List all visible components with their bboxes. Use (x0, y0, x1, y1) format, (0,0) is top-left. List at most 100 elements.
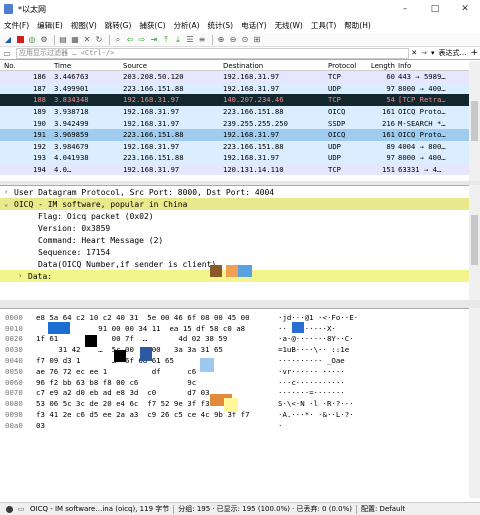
packet-row[interactable]: 186 3.446763 203.208.50.120 192.168.31.97 TC… (0, 71, 469, 83)
display-filter-input[interactable]: 应用显示过滤器 … <Ctrl-/> (16, 47, 410, 59)
stop-capture-icon[interactable] (15, 35, 25, 45)
go-to-packet-icon[interactable]: ⇥ (149, 35, 159, 45)
menu-analyze[interactable]: 分析(A) (170, 20, 204, 31)
hex-ascii[interactable]: S·\<·N ·l ·R·?··· (278, 399, 468, 408)
menu-help[interactable]: 帮助(H) (340, 20, 375, 31)
go-back-icon[interactable]: ⇦ (125, 35, 135, 45)
hex-offset[interactable]: 0000 (0, 313, 36, 322)
column-header-source[interactable]: Source (118, 62, 223, 70)
packet-row[interactable]: 194 4.0… 192.168.31.97 120.131.14.110 TCP 151… (0, 163, 469, 176)
menu-view[interactable]: 视图(V) (67, 20, 101, 31)
hex-bytes[interactable]: 31 42 … 5c 00 … 00 3a 3a 31 65 (36, 345, 278, 354)
packet-row[interactable]: 189 3.938718 192.168.31.97 223.166.151.88 OI… (0, 105, 469, 118)
zoom-reset-icon[interactable]: ⊙ (240, 35, 250, 45)
hex-bytes[interactable]: f3 41 2e c6 d5 ee 2a a3 c9 26 c5 ce 4c 9… (36, 410, 278, 419)
menu-tools[interactable]: 工具(T) (307, 20, 340, 31)
hex-bytes[interactable]: 96 f2 bb 63 b8 f8 00 c6 9c (36, 378, 278, 387)
filter-clear-icon[interactable]: ✕ (409, 49, 419, 57)
filter-apply-icon[interactable]: → (419, 49, 429, 57)
hex-offset[interactable]: 0030 (0, 345, 36, 354)
hex-bytes[interactable]: 1f 61 00 7f … 4d 02 38 59 (36, 334, 278, 343)
packet-row[interactable]: 193 4.041938 223.166.151.88 192.168.31.97 UD… (0, 152, 469, 164)
hex-bytes[interactable]: 03 (36, 421, 278, 430)
hex-ascii[interactable]: ·· ········X· (278, 324, 468, 333)
maximize-button[interactable]: □ (420, 0, 450, 18)
column-header-no[interactable]: No. (0, 62, 48, 70)
details-scrollbar[interactable] (469, 185, 480, 300)
scrollbar-thumb[interactable] (471, 215, 478, 265)
bytes-scrollbar[interactable] (469, 308, 480, 498)
save-file-icon[interactable]: ▦ (70, 35, 80, 45)
close-button[interactable]: ✕ (450, 0, 480, 18)
expression-button[interactable]: 表达式… (436, 48, 468, 58)
expert-info-icon[interactable] (6, 505, 13, 513)
hex-offset[interactable]: 0040 (0, 356, 36, 365)
filter-dropdown-icon[interactable]: ▾ (429, 49, 437, 57)
packet-row[interactable]: 190 3.942499 192.168.31.97 239.255.255.250 S… (0, 117, 469, 129)
hex-bytes[interactable]: ae 76 72 ec ee 1 df c6 (36, 367, 278, 376)
hex-ascii[interactable]: =1uB····\·· ::1e (278, 345, 468, 354)
zoom-in-icon[interactable]: ⊕ (216, 35, 226, 45)
hex-offset[interactable]: 00a0 (0, 421, 36, 430)
hex-bytes[interactable]: e8 5a 64 c2 10 c2 40 31 5e 00 46 6f 08 0… (36, 313, 278, 322)
hex-ascii[interactable]: · (278, 421, 468, 430)
hex-ascii[interactable]: ·jd···@1 ·<·Fo··E· (278, 313, 468, 322)
last-packet-icon[interactable]: ⤓ (173, 35, 183, 45)
capture-file-icon[interactable]: ▭ (16, 504, 26, 514)
column-header-length[interactable]: Length (368, 62, 395, 70)
start-capture-icon[interactable]: ◢ (3, 35, 13, 45)
pane-splitter[interactable] (0, 300, 480, 308)
detail-row[interactable]: ⌄ OICQ - IM software, popular in China (0, 198, 469, 210)
column-header-time[interactable]: Time (48, 62, 118, 70)
hex-offset[interactable]: 0020 (0, 334, 36, 343)
packet-row[interactable]: 188 3.834348 192.168.31.97 140.207.234.46 TC… (0, 94, 469, 106)
packet-row[interactable]: 187 3.499901 223.166.151.88 192.168.31.97 UD… (0, 82, 469, 95)
autoscroll-icon[interactable]: ☰ (185, 35, 195, 45)
first-packet-icon[interactable]: ⤒ (161, 35, 171, 45)
status-profile[interactable]: 配置: Default (361, 504, 405, 514)
menu-file[interactable]: 文件(F) (0, 20, 33, 31)
add-filter-button[interactable]: + (468, 48, 480, 58)
detail-row[interactable]: Command: Heart Message (2) (0, 234, 469, 246)
detail-row[interactable]: › User Datagram Protocol, Src Port: 8000,… (0, 186, 469, 198)
hex-bytes[interactable]: 53 06 5c 3c de 20 e4 6c f7 52 9e 3f f3 1… (36, 399, 278, 408)
hex-ascii[interactable]: ·········· _Oae (278, 356, 468, 365)
menu-edit[interactable]: 编辑(E) (33, 20, 67, 31)
filter-bookmark-icon[interactable]: ▭ (2, 48, 12, 58)
colorize-icon[interactable]: ≡ (197, 35, 207, 45)
hex-ascii[interactable]: ·vr······ ····· (278, 367, 468, 376)
hex-ascii[interactable]: ·A.···*· ·&··L·?· (278, 410, 468, 419)
zoom-out-icon[interactable]: ⊖ (228, 35, 238, 45)
close-file-icon[interactable]: ✕ (82, 35, 92, 45)
packet-row[interactable]: 192 3.984679 192.168.31.97 223.166.151.88 UD… (0, 140, 469, 153)
expand-arrow-icon[interactable]: › (18, 272, 28, 280)
capture-options-icon[interactable]: ⚙ (39, 35, 49, 45)
hex-offset[interactable]: 0060 (0, 378, 36, 387)
column-header-protocol[interactable]: Protocol (328, 62, 368, 70)
detail-row[interactable]: Sequence: 17154 (0, 246, 469, 258)
menu-go[interactable]: 跳转(G) (101, 20, 136, 31)
menu-capture[interactable]: 捕获(C) (135, 20, 169, 31)
restart-capture-icon[interactable]: ◎ (27, 35, 37, 45)
hex-bytes[interactable]: c7 e9 a2 d0 eb ad e8 3d c0 d7 03 (36, 388, 278, 397)
column-header-info[interactable]: Info (395, 62, 469, 70)
scrollbar-thumb[interactable] (471, 101, 478, 141)
detail-row[interactable]: Flag: Oicq packet (0x02) (0, 210, 469, 222)
hex-bytes[interactable]: f7 09 d3 1 … 6f 6d 61 65 (36, 356, 278, 365)
column-header-destination[interactable]: Destination (223, 62, 328, 70)
packet-row[interactable]: 191 3.969859 223.166.151.88 192.168.31.97 OI… (0, 128, 469, 141)
detail-row[interactable]: Version: 0x3859 (0, 222, 469, 234)
open-file-icon[interactable]: ▤ (58, 35, 68, 45)
hex-offset[interactable]: 0010 (0, 324, 36, 333)
reload-icon[interactable]: ↻ (94, 35, 104, 45)
expand-arrow-icon[interactable]: ⌄ (4, 200, 14, 208)
hex-bytes[interactable]: 91 00 00 34 11 ea 15 df 58 c0 a8 (36, 324, 278, 333)
hex-ascii[interactable]: ·······=······· (278, 388, 468, 397)
hex-ascii[interactable]: ·a·@·······8Y··C· (278, 334, 468, 343)
hex-offset[interactable]: 0050 (0, 367, 36, 376)
packet-list-scrollbar[interactable] (469, 61, 480, 181)
menu-statistics[interactable]: 统计(S) (204, 20, 238, 31)
find-packet-icon[interactable]: ⌕ (113, 35, 123, 45)
menu-wireless[interactable]: 无线(W) (271, 20, 307, 31)
hex-offset[interactable]: 0080 (0, 399, 36, 408)
